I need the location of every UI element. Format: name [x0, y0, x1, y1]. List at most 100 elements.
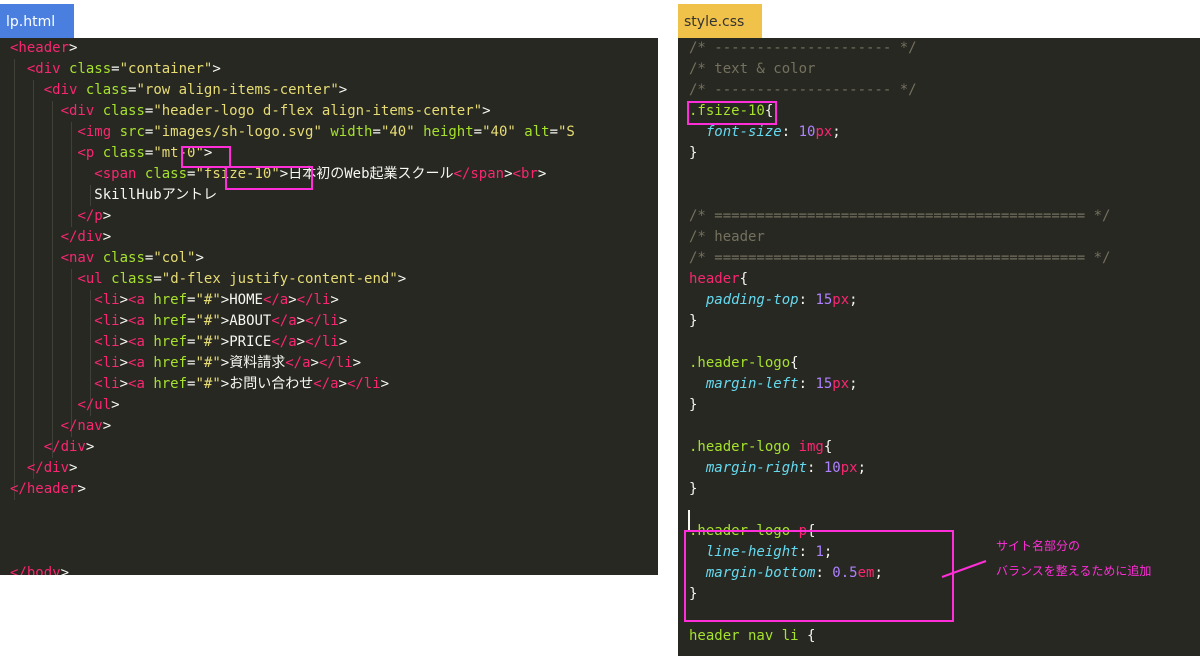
code-line: <nav class="col">: [10, 248, 204, 269]
code-token: "col": [153, 250, 196, 266]
tab-lp-html[interactable]: lp.html: [0, 4, 74, 40]
annotation-text-line2: バランスを整えるために追加: [996, 564, 1152, 578]
code-line: font-size: 10px;: [689, 122, 841, 143]
code-token: >: [102, 229, 112, 245]
code-token: .header-logo: [689, 355, 791, 371]
code-token: class: [69, 61, 112, 77]
code-token: >: [85, 439, 95, 455]
code-line: </body>: [10, 563, 69, 575]
code-token: </ul: [77, 397, 112, 413]
code-token: "#": [195, 355, 221, 371]
code-token: >: [482, 103, 491, 119]
code-token: class: [102, 103, 145, 119]
code-token: header nav li: [689, 628, 808, 644]
code-token: </span: [453, 166, 505, 182]
code-token: >: [380, 376, 390, 392]
code-token: >: [296, 313, 306, 329]
code-token: /* =====================================…: [689, 250, 1111, 266]
code-token: >: [102, 208, 112, 224]
code-token: >: [338, 376, 347, 392]
code-line: header nav li {: [689, 626, 815, 647]
code-token: /* header: [689, 229, 765, 245]
code-line: </div>: [10, 458, 78, 479]
code-token: ;: [857, 460, 867, 476]
code-line: /* header: [689, 227, 765, 248]
code-line: <li><a href="#">お問い合わせ</a></li>: [10, 374, 389, 395]
code-token: px: [832, 292, 850, 308]
code-line: <img src="images/sh-logo.svg" width="40"…: [10, 122, 575, 143]
code-token: href: [153, 313, 188, 329]
code-line: /* text & color: [689, 59, 815, 80]
code-token: =: [549, 124, 558, 140]
code-line: /* --------------------- */: [689, 80, 917, 101]
code-token: </li: [318, 355, 353, 371]
code-token: >: [397, 271, 407, 287]
code-token: <a: [128, 313, 145, 329]
highlight-header-logo-p: [684, 530, 954, 622]
code-token: margin-right: [705, 460, 808, 476]
code-token: {: [807, 628, 816, 644]
code-token: </a: [271, 334, 297, 350]
code-line: /* --------------------- */: [689, 38, 917, 59]
code-line: </div>: [10, 437, 95, 458]
code-token: ;: [832, 124, 841, 140]
code-token: "#": [195, 292, 221, 308]
code-token: >: [338, 334, 348, 350]
code-token: </li: [305, 313, 339, 329]
code-token: }: [689, 397, 698, 413]
code-token: "S: [558, 124, 575, 140]
code-token: header: [689, 271, 740, 287]
code-token: </li: [305, 334, 339, 350]
code-token: </a: [285, 355, 311, 371]
code-token: >: [119, 313, 129, 329]
code-token: =: [111, 61, 120, 77]
code-token: >: [310, 355, 319, 371]
code-token: <br: [512, 166, 538, 182]
code-token: <img: [77, 124, 112, 140]
code-line: }: [689, 479, 697, 500]
html-editor[interactable]: <header> <div class="container"> <div cl…: [0, 38, 658, 575]
code-token: }: [689, 145, 698, 161]
code-token: <li: [94, 313, 120, 329]
code-token: </header: [10, 481, 78, 497]
code-token: {: [739, 271, 749, 287]
code-line: SkillHubアントレ: [10, 185, 217, 206]
code-token: >PRICE: [220, 334, 272, 350]
code-line: header{: [689, 269, 748, 290]
code-token: </div: [43, 439, 86, 455]
code-token: >: [352, 355, 362, 371]
code-token: >: [119, 376, 129, 392]
code-token: {: [790, 355, 799, 371]
code-token: px: [832, 376, 850, 392]
code-token: /* =====================================…: [689, 208, 1111, 224]
code-token: <a: [128, 334, 145, 350]
code-line: }: [689, 311, 697, 332]
code-token: px: [815, 124, 833, 140]
code-token: >お問い合わせ: [220, 376, 314, 392]
code-line: .header-logo img{: [689, 437, 832, 458]
code-token: /* --------------------- */: [689, 82, 917, 98]
code-token: :: [807, 460, 824, 476]
code-token: >: [296, 334, 306, 350]
code-token: alt: [524, 124, 550, 140]
code-token: <ul: [77, 271, 103, 287]
code-token: <a: [128, 355, 145, 371]
code-token: class: [111, 271, 154, 287]
tab-style-css[interactable]: style.css: [678, 4, 762, 40]
code-line: <li><a href="#">HOME</a></li>: [10, 290, 339, 311]
code-token: >: [119, 334, 129, 350]
